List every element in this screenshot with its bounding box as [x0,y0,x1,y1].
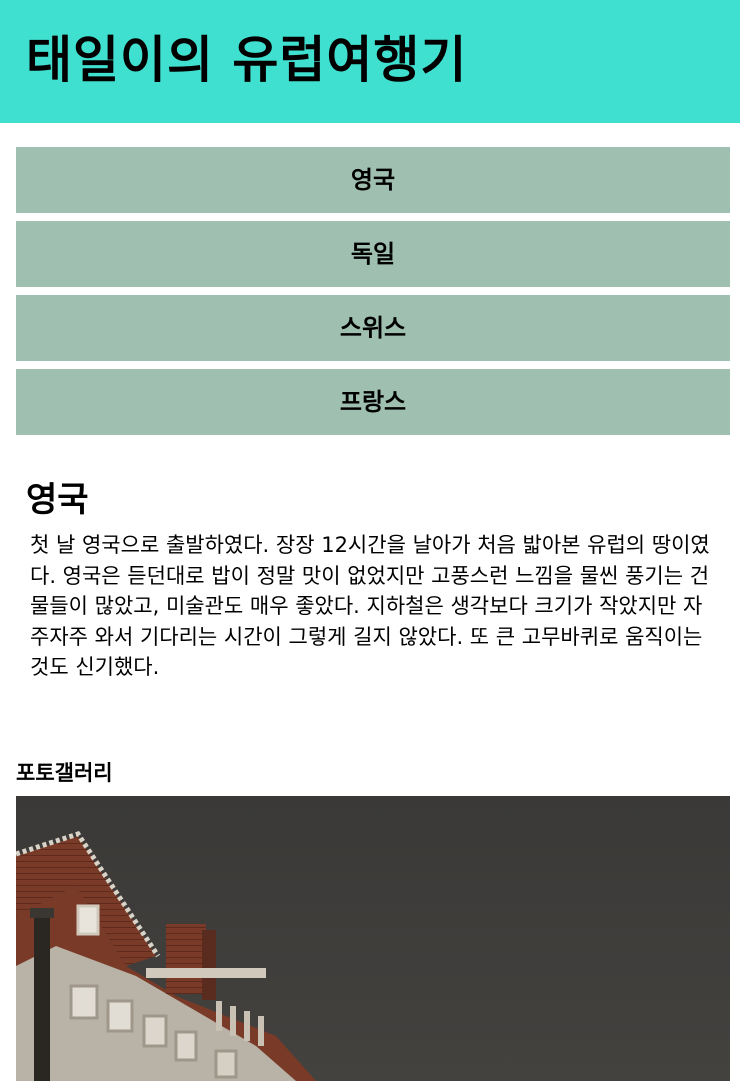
gallery-photo [16,796,730,1081]
nav-item-uk[interactable]: 영국 [16,147,730,213]
section-body: 첫 날 영국으로 출발하였다. 장장 12시간을 날아가 처음 밟아본 유럽의 … [30,533,710,679]
section-title: 영국 [26,480,89,520]
gallery-title: 포토갤러리 [16,761,113,785]
nav-item-germany[interactable]: 독일 [16,221,730,287]
nav-item-france[interactable]: 프랑스 [16,369,730,435]
site-title: 태일이의 유럽여행기 [26,31,468,89]
nav-item-switzerland[interactable]: 스위스 [16,295,730,361]
country-nav: 영국 독일 스위스 프랑스 [16,147,730,443]
building-photo-image [16,796,730,1081]
site-header: 태일이의 유럽여행기 [0,0,740,123]
